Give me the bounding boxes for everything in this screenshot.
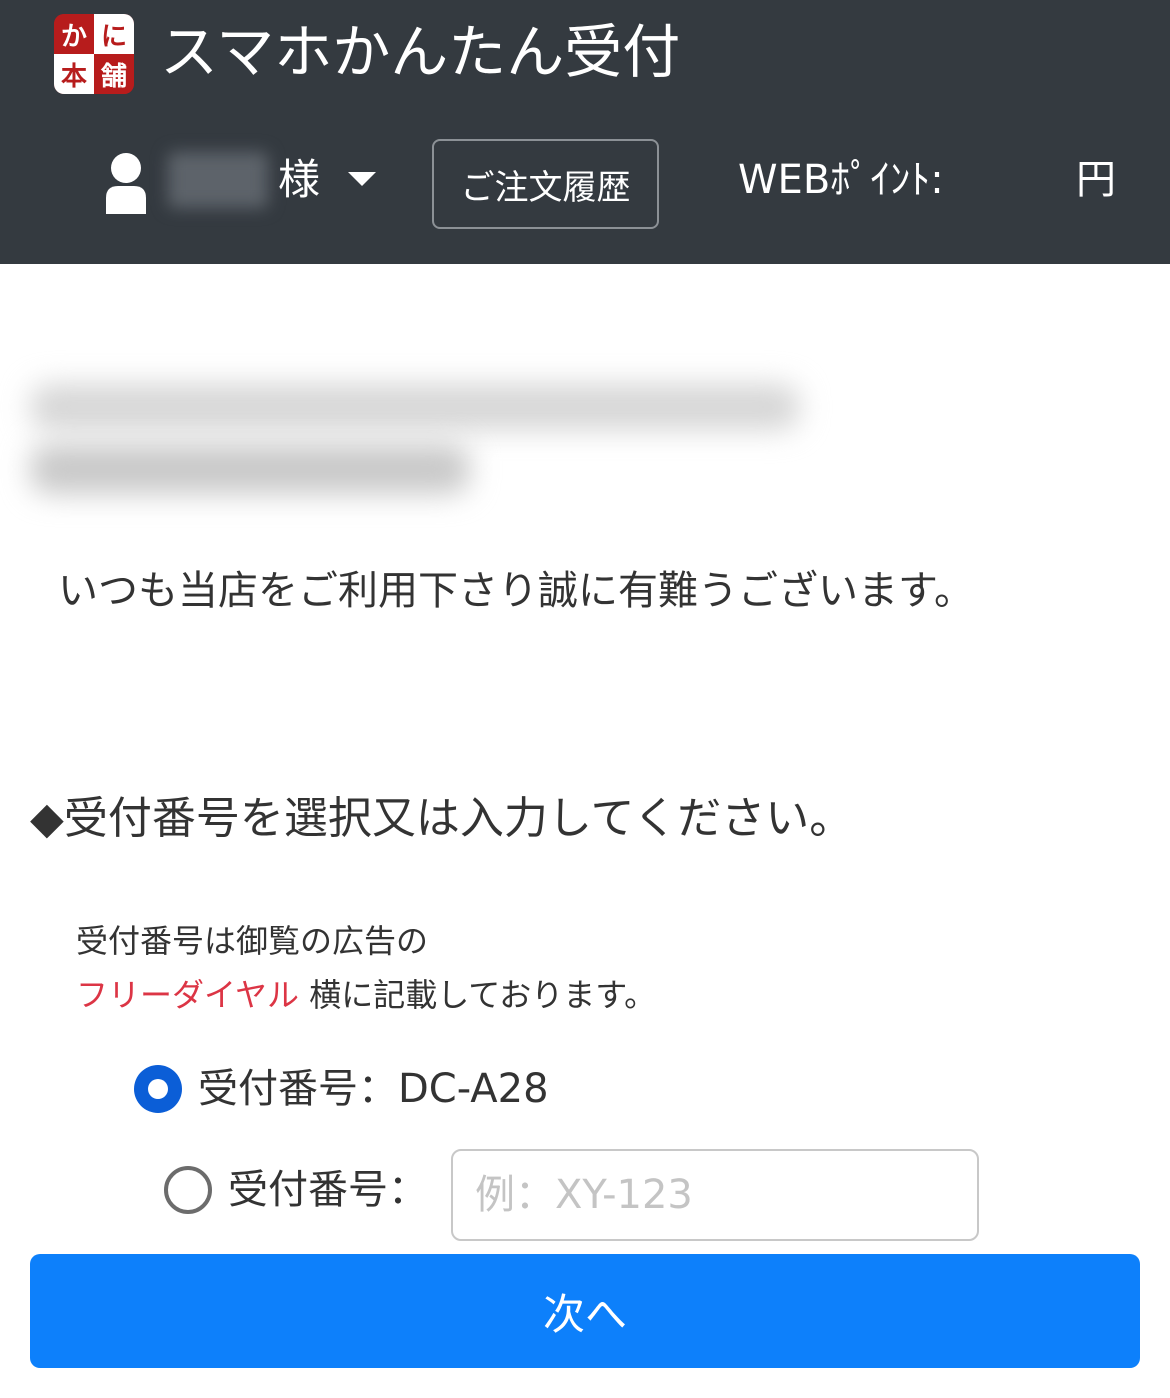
receipt-number-note: 受付番号は御覧の広告の フリーダイヤル 横に記載しております。 [76, 914, 656, 1022]
receipt-option-label[interactable]: 受付番号： [228, 1161, 428, 1219]
app-header: か に 本 舗 スマホかんたん受付 様 ご注文履歴 WEBﾎﾟｲﾝﾄ: 円 [0, 0, 1170, 264]
user-honorific[interactable]: 様 [278, 150, 320, 210]
note-line-2: フリーダイヤル 横に記載しております。 [76, 968, 656, 1022]
logo-char: 本 [54, 54, 94, 94]
redacted-line [30, 384, 800, 430]
logo-char: に [94, 14, 134, 54]
app-title: スマホかんたん受付 [160, 18, 681, 86]
user-name-redacted [168, 152, 268, 208]
logo-icon: か に 本 舗 [54, 14, 134, 94]
user-icon[interactable] [104, 152, 148, 214]
redacted-text-block [10, 364, 810, 514]
logo-char: 舗 [94, 54, 134, 94]
next-button[interactable]: 次へ [30, 1254, 1140, 1368]
note-line-1: 受付番号は御覧の広告の [76, 922, 429, 960]
receipt-option-preset[interactable]: 受付番号：DC-A28 [134, 1060, 549, 1118]
receipt-option-label[interactable]: 受付番号：DC-A28 [198, 1060, 549, 1118]
greeting-text: いつも当店をご利用下さり誠に有難うございます。 [58, 568, 974, 614]
section-heading: ◆受付番号を選択又は入力してください。 [30, 793, 854, 844]
free-dial-highlight: フリーダイヤル [76, 976, 300, 1014]
caret-down-icon[interactable] [348, 172, 376, 186]
note-line-2-rest: 横に記載しております。 [299, 976, 657, 1014]
web-points-label: WEBﾎﾟｲﾝﾄ: [738, 157, 944, 203]
order-history-button[interactable]: ご注文履歴 [432, 139, 659, 229]
radio-checked[interactable] [134, 1065, 182, 1113]
redacted-line [30, 444, 470, 494]
web-points-unit: 円 [1076, 157, 1116, 203]
radio-unchecked[interactable] [164, 1166, 212, 1214]
logo-char: か [54, 14, 94, 54]
receipt-number-input[interactable] [451, 1149, 979, 1241]
receipt-option-custom[interactable]: 受付番号： [164, 1160, 428, 1220]
